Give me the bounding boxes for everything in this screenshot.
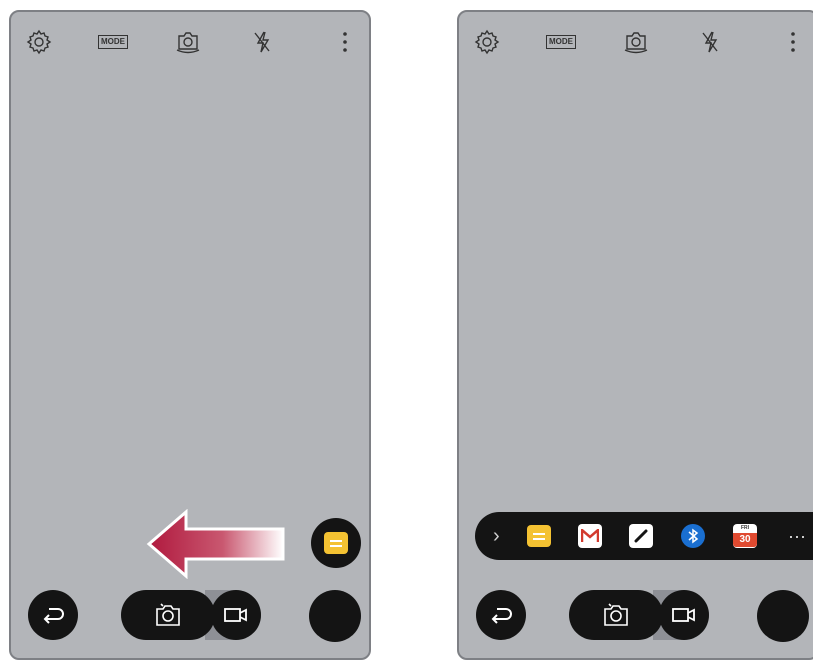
calendar-day: FRI [740, 525, 750, 531]
mode-label: MODE [546, 35, 576, 49]
left-arrow-icon [146, 509, 285, 579]
switch-camera-icon[interactable] [618, 22, 654, 62]
gallery-button[interactable] [309, 590, 361, 642]
right-phone-screen: MODE › FRI 30 ··· [457, 10, 813, 660]
mode-label: MODE [98, 35, 128, 49]
photo-shutter-button[interactable] [121, 590, 215, 640]
memo-app[interactable] [527, 524, 551, 548]
video-record-button[interactable] [211, 590, 261, 640]
mode-button[interactable]: MODE [543, 22, 579, 62]
video-icon [224, 608, 247, 622]
left-phone-screen: MODE [9, 10, 371, 660]
settings-icon[interactable] [469, 22, 505, 62]
memo-icon [324, 532, 348, 554]
calendar-date: 30 [733, 533, 757, 547]
camera-icon [604, 603, 628, 626]
flash-off-icon[interactable] [692, 22, 728, 62]
mode-button[interactable]: MODE [95, 22, 131, 62]
more-options-icon[interactable] [327, 22, 363, 62]
photo-shutter-button[interactable] [569, 590, 663, 640]
back-icon [491, 608, 512, 624]
gmail-icon[interactable] [578, 524, 602, 548]
video-record-button[interactable] [659, 590, 709, 640]
back-button[interactable] [28, 590, 78, 640]
expand-chevron-icon[interactable]: › [493, 524, 500, 548]
back-icon [43, 608, 64, 624]
camera-icon [156, 603, 180, 626]
calendar-icon[interactable]: FRI 30 [733, 524, 757, 548]
settings-icon[interactable] [21, 22, 57, 62]
bluetooth-icon[interactable] [681, 524, 705, 548]
video-icon [672, 608, 695, 622]
top-toolbar: MODE [459, 22, 813, 62]
bottom-controls [11, 586, 369, 644]
gallery-button[interactable] [757, 590, 809, 642]
more-options-icon[interactable] [775, 22, 811, 62]
quick-menu-bar: › FRI 30 ··· [475, 512, 813, 560]
flash-off-icon[interactable] [244, 22, 280, 62]
switch-camera-icon[interactable] [170, 22, 206, 62]
memo-icon [527, 525, 551, 547]
pen-icon[interactable] [629, 524, 653, 548]
bottom-controls [459, 586, 813, 644]
back-button[interactable] [476, 590, 526, 640]
top-toolbar: MODE [11, 22, 369, 62]
quick-memo-handle[interactable] [311, 518, 361, 568]
more-icon[interactable]: ··· [788, 524, 806, 548]
